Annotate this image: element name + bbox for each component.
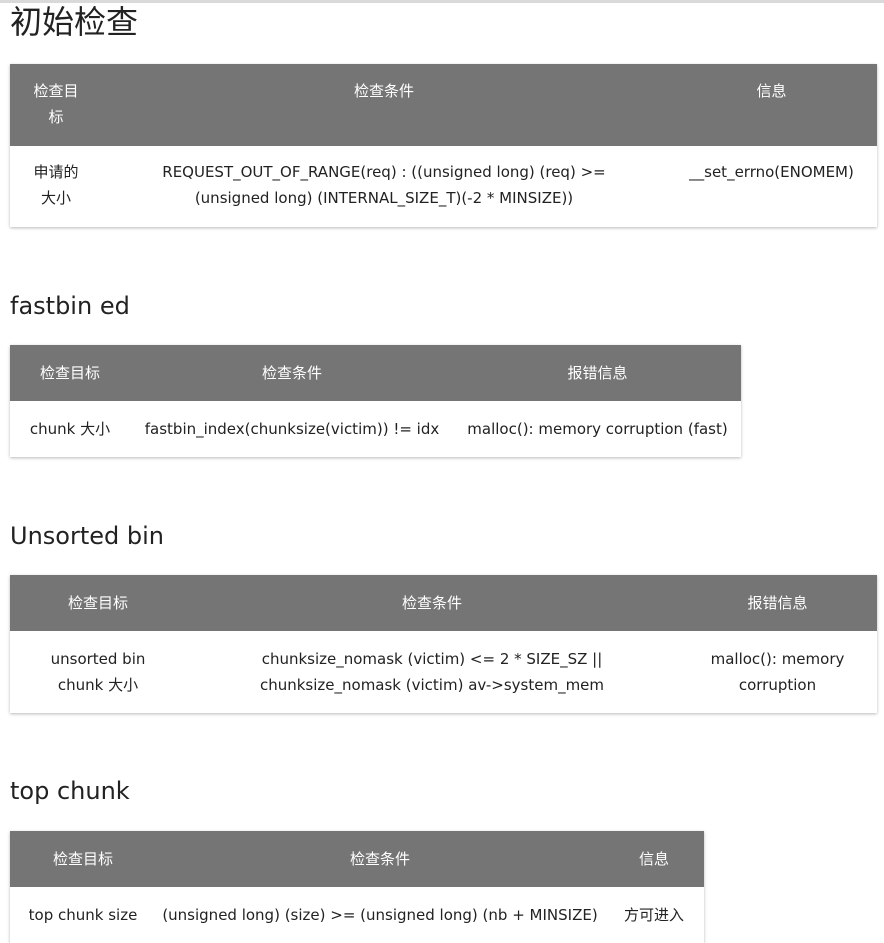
header-check-condition: 检查条件 [102,64,666,146]
header-info: 信息 [604,831,704,887]
cell-check-condition: chunksize_nomask (victim) <= 2 * SIZE_SZ… [259,650,605,694]
initial-check-table: 检查目标 检查条件 信息 申请的大小 REQUEST_OUT_OF_RANGE(… [10,64,877,227]
header-check-target: 检查目标 [10,345,130,401]
cell-check-target: unsorted bin chunk 大小 [50,650,146,694]
cell-error-message: malloc(): memory corruption (fast) [467,420,728,438]
cell-info: __set_errno(ENOMEM) [689,163,854,181]
header-info: 信息 [666,64,877,146]
section-title-fastbin: fastbin ed [10,292,130,320]
unsorted-bin-table: 检查目标 检查条件 报错信息 unsorted bin chunk 大小 chu… [10,575,877,713]
header-error-message: 报错信息 [454,345,741,401]
cell-check-target: 申请的大小 [33,163,79,207]
table-header-row: 检查目标 检查条件 报错信息 [10,575,877,631]
top-chunk-table: 检查目标 检查条件 信息 top chunk size (unsigned lo… [10,831,704,943]
header-check-condition: 检查条件 [130,345,454,401]
header-check-condition: 检查条件 [186,575,678,631]
header-error-message: 报错信息 [678,575,877,631]
table-header-row: 检查目标 检查条件 报错信息 [10,345,741,401]
section-title-top-chunk: top chunk [10,777,130,805]
fastbin-table: 检查目标 检查条件 报错信息 chunk 大小 fastbin_index(ch… [10,345,741,457]
table-row: unsorted bin chunk 大小 chunksize_nomask (… [10,631,877,713]
table-row: 申请的大小 REQUEST_OUT_OF_RANGE(req) : ((unsi… [10,146,877,227]
table-row: chunk 大小 fastbin_index(chunksize(victim)… [10,401,741,457]
section-title-unsorted-bin: Unsorted bin [10,522,164,550]
cell-error-message: malloc(): memory corruption [710,650,845,694]
cell-check-target: chunk 大小 [29,420,111,438]
header-check-target: 检查目标 [10,64,102,146]
header-check-target: 检查目标 [10,831,156,887]
section-title-initial-check: 初始检查 [10,3,139,41]
cell-check-condition: REQUEST_OUT_OF_RANGE(req) : ((unsigned l… [162,163,606,207]
header-check-target: 检查目标 [10,575,186,631]
header-check-condition: 检查条件 [156,831,604,887]
cell-check-condition: fastbin_index(chunksize(victim)) != idx [144,420,440,438]
table-header-row: 检查目标 检查条件 信息 [10,64,877,146]
table-header-row: 检查目标 检查条件 信息 [10,831,704,887]
